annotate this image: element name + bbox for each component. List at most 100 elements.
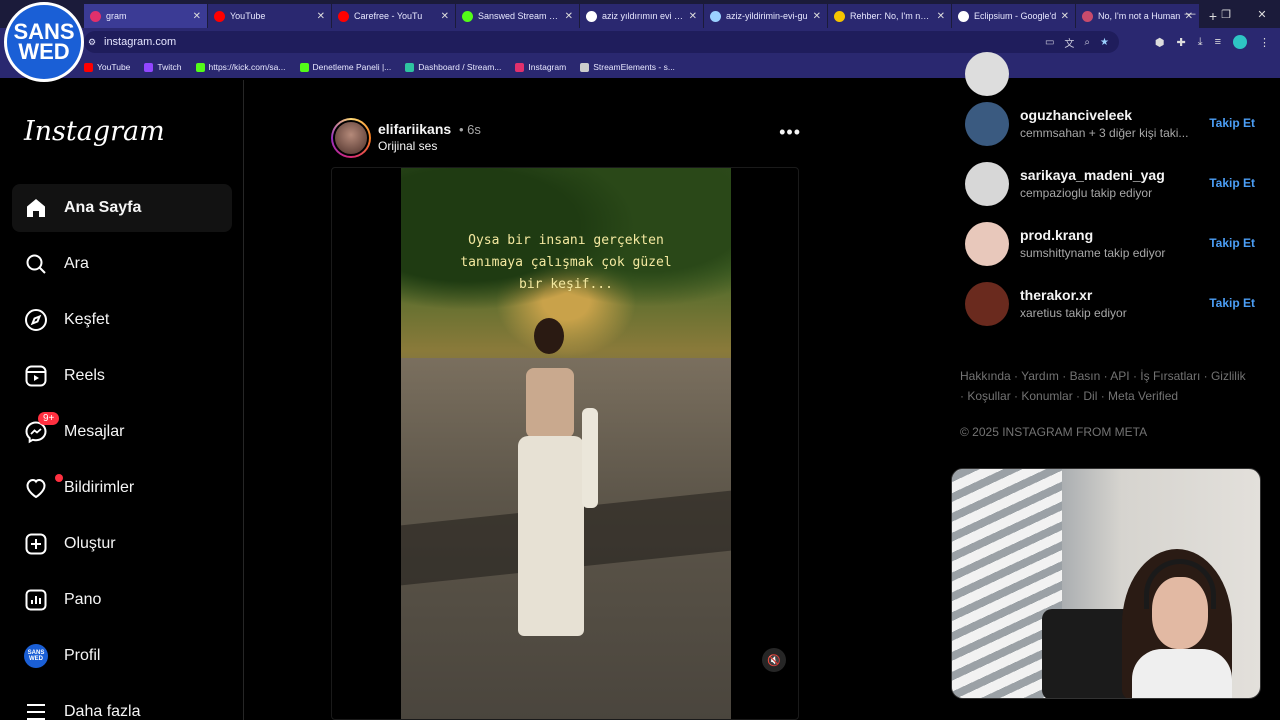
nav-label-more: Daha fazla: [64, 703, 141, 720]
webcam-overlay: [951, 468, 1261, 699]
star-icon[interactable]: ★: [1100, 37, 1109, 48]
suggestion-subtitle: xaretius takip ediyor: [1020, 306, 1127, 320]
tab-close-icon[interactable]: ✕: [441, 11, 449, 22]
tab-favicon: [462, 10, 473, 22]
nav-label-create: Oluştur: [64, 535, 116, 552]
media-icon[interactable]: ≡: [1215, 36, 1221, 48]
nav-label-reels: Reels: [64, 367, 105, 384]
browser-tab[interactable]: aziz yıldırımın evi - G ✕: [580, 4, 704, 28]
reel-video[interactable]: Oysa bir insanı gerçekten tanımaya çalış…: [401, 168, 731, 719]
bookmark-item[interactable]: https://kick.com/sa...: [195, 62, 286, 72]
follow-button[interactable]: Takip Et: [1209, 236, 1255, 250]
suggestion-username[interactable]: prod.krang: [1020, 227, 1093, 243]
tab-label: gram: [106, 11, 127, 21]
bookmark-label: YouTube: [97, 62, 131, 72]
tab-close-icon[interactable]: ✕: [813, 11, 821, 22]
bookmark-favicon: [84, 62, 93, 72]
install-icon[interactable]: ▭: [1045, 37, 1054, 48]
post-username[interactable]: elifariikans: [378, 121, 451, 137]
suggestion-avatar[interactable]: [965, 162, 1009, 206]
nav-reels[interactable]: Reels: [12, 352, 232, 400]
tab-close-icon[interactable]: ✕: [317, 11, 325, 22]
browser-tab[interactable]: aziz-yildirimin-evi-gu ✕: [704, 4, 828, 28]
extension-icon[interactable]: ⬢: [1155, 36, 1165, 49]
more-options-icon[interactable]: •••: [779, 122, 801, 143]
caption-line: bir keşif...: [519, 277, 613, 292]
footer-links[interactable]: Hakkında · Yardım · Basın · API · İş Fır…: [960, 366, 1250, 406]
tab-close-icon[interactable]: ✕: [193, 11, 201, 22]
tab-close-icon[interactable]: ✕: [689, 11, 697, 22]
restore-icon[interactable]: ❐: [1208, 0, 1244, 28]
browser-tab-strip: gram ✕ YouTube ✕ Carefree - YouTu ✕ Sanswed St…: [0, 0, 1280, 28]
translate-icon[interactable]: 文: [1064, 35, 1074, 50]
bookmark-item[interactable]: Instagram: [515, 62, 566, 72]
suggestion-username[interactable]: oguzhanciveleek: [1020, 107, 1132, 123]
browser-tab[interactable]: gram ✕: [84, 4, 208, 28]
suggestion-avatar[interactable]: [965, 102, 1009, 146]
bookmark-item[interactable]: Twitch: [144, 62, 182, 72]
window-controls: — ❐ ✕: [1172, 0, 1280, 28]
post-audio[interactable]: Orijinal ses: [378, 139, 437, 153]
nav-create[interactable]: Oluştur: [12, 520, 232, 568]
notification-dot: [55, 474, 63, 482]
nav-notifications[interactable]: Bildirimler: [12, 464, 232, 512]
browser-tab[interactable]: Eclipsium - Google'd ✕: [952, 4, 1076, 28]
browser-tab[interactable]: Rehber: No, I'm not a ✕: [828, 4, 952, 28]
copyright: © 2025 INSTAGRAM FROM META: [960, 425, 1148, 439]
post-author-avatar[interactable]: [331, 118, 371, 158]
browser-tab[interactable]: YouTube ✕: [208, 4, 332, 28]
follow-button[interactable]: Takip Et: [1209, 296, 1255, 310]
suggestion-avatar[interactable]: [965, 222, 1009, 266]
mute-icon[interactable]: 🔇: [762, 648, 786, 672]
suggestion-username[interactable]: sarikaya_madeni_yag: [1020, 167, 1165, 183]
bookmark-item[interactable]: StreamElements - s...: [580, 62, 675, 72]
bookmark-item[interactable]: YouTube: [84, 62, 130, 72]
follow-button[interactable]: Takip Et: [1209, 116, 1255, 130]
nav-explore[interactable]: Keşfet: [12, 296, 232, 344]
video-person: [496, 318, 606, 648]
puzzle-icon[interactable]: ✚: [1176, 36, 1185, 49]
suggestion-item: oguzhanciveleek cemmsahan + 3 diğer kişi …: [965, 102, 1255, 146]
tab-close-icon[interactable]: ✕: [937, 11, 945, 22]
suggestion-avatar-partial[interactable]: [965, 52, 1009, 96]
nav-label-profile: Profil: [64, 647, 101, 664]
nav-label-search: Ara: [64, 255, 89, 272]
bookmark-item[interactable]: Dashboard / Stream...: [405, 62, 501, 72]
nav-more[interactable]: Daha fazla: [12, 688, 232, 720]
site-settings-icon[interactable]: ⚙: [88, 37, 96, 48]
streamer-logo: SANS WED: [4, 2, 84, 82]
browser-tab[interactable]: Sanswed Stream - W ✕: [456, 4, 580, 28]
tab-close-icon[interactable]: ✕: [565, 11, 573, 22]
messages-badge: 9+: [38, 412, 60, 425]
minimize-icon[interactable]: —: [1172, 0, 1208, 28]
nav-messages[interactable]: 9+ Mesajlar: [12, 408, 232, 456]
caption-line: tanımaya çalışmak çok güzel: [460, 255, 672, 270]
feed: elifariikans • 6s Orijinal ses ••• Oysa …: [245, 80, 945, 720]
tab-favicon: [834, 10, 845, 22]
instagram-logo[interactable]: Instagram: [24, 116, 165, 147]
url-bar[interactable]: ⚙ instagram.com ▭ 文 ⌕ ★: [84, 31, 1119, 53]
dashboard-icon: [25, 589, 47, 611]
follow-button[interactable]: Takip Et: [1209, 176, 1255, 190]
bookmark-label: Denetleme Paneli |...: [312, 62, 392, 72]
close-window-icon[interactable]: ✕: [1244, 0, 1280, 28]
profile-icon[interactable]: [1233, 35, 1247, 49]
nav-home[interactable]: Ana Sayfa: [12, 184, 232, 232]
download-icon[interactable]: ⤓: [1198, 36, 1203, 49]
zoom-icon[interactable]: ⌕: [1084, 37, 1090, 48]
video-caption: Oysa bir insanı gerçekten tanımaya çalış…: [401, 230, 731, 296]
nav-profile[interactable]: SANS WED Profil: [12, 632, 232, 680]
suggestion-avatar[interactable]: [965, 282, 1009, 326]
reels-icon: [25, 365, 47, 387]
nav-label-home: Ana Sayfa: [64, 199, 142, 216]
kebab-menu-icon[interactable]: ⋮: [1259, 36, 1270, 49]
post-media[interactable]: Oysa bir insanı gerçekten tanımaya çalış…: [331, 167, 799, 720]
tab-close-icon[interactable]: ✕: [1061, 11, 1069, 22]
nav-search[interactable]: Ara: [12, 240, 232, 288]
bookmark-item[interactable]: Denetleme Paneli |...: [299, 62, 392, 72]
browser-tab[interactable]: Carefree - YouTu ✕: [332, 4, 456, 28]
nav-dashboard[interactable]: Pano: [12, 576, 232, 624]
post-header: elifariikans • 6s Orijinal ses •••: [331, 118, 801, 158]
suggestion-item: sarikaya_madeni_yag cempazioglu takip edi…: [965, 162, 1255, 206]
suggestion-username[interactable]: therakor.xr: [1020, 287, 1092, 303]
